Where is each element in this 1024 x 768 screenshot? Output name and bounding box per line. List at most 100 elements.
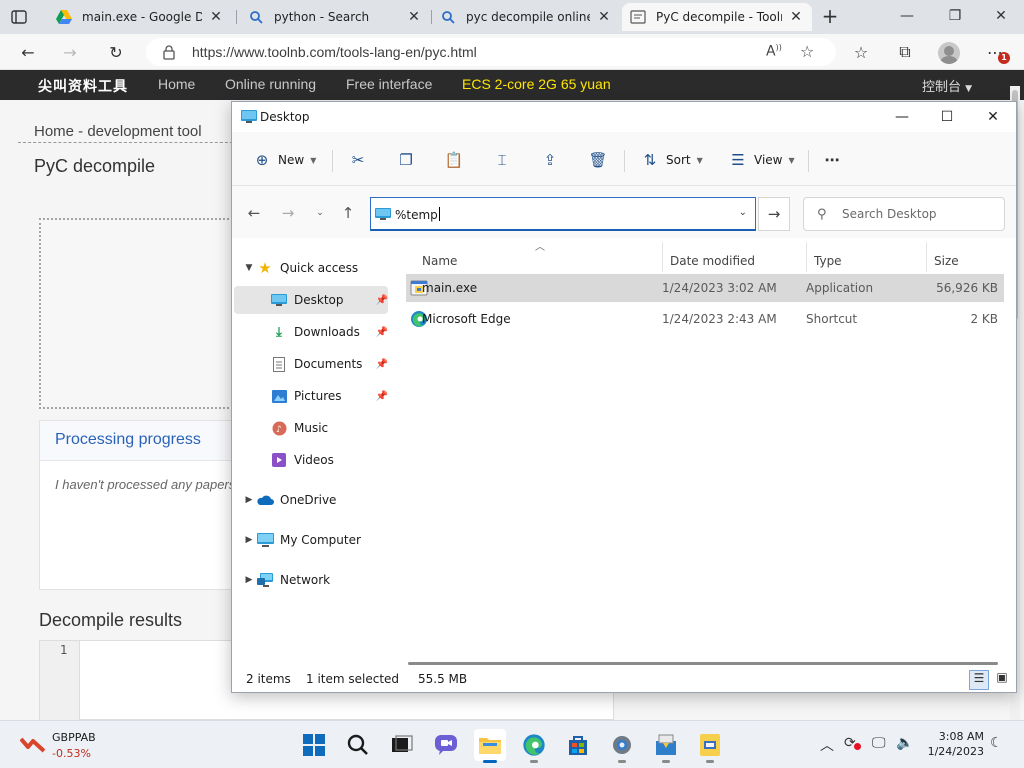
minimize-button[interactable]: — [892, 4, 922, 28]
chevron-right-icon[interactable]: ▶ [242, 535, 256, 545]
rename-button[interactable]: ⌶ [492, 148, 512, 172]
sidebar-item-music[interactable]: ♪ Music [234, 414, 388, 442]
start-button[interactable] [298, 729, 330, 761]
nav-console[interactable]: 控制台 ▼ [922, 76, 972, 95]
edge-taskbar-button[interactable] [518, 729, 550, 763]
share-button[interactable]: ⇪ [540, 148, 560, 172]
update-icon[interactable]: ⟳ [844, 735, 861, 751]
up-button[interactable]: ↑ [338, 204, 358, 224]
status-bar: 2 items 1 item selected 55.5 MB ☰ ▣ [232, 668, 1016, 692]
tab-actions-button[interactable] [8, 7, 30, 27]
search-box[interactable]: ⚲ [803, 197, 1005, 231]
store-taskbar-button[interactable] [562, 729, 594, 761]
go-button[interactable]: → [758, 197, 790, 231]
network-icon [256, 571, 274, 589]
explorer-maximize-button[interactable]: ☐ [932, 106, 962, 128]
recent-locations-button[interactable]: ⌄ [310, 208, 330, 228]
details-view-button[interactable]: ☰ [969, 670, 989, 690]
tab-pyc-decompile-toolnb[interactable]: PyC decompile - Toolnb ✕ [622, 3, 812, 31]
file-row-main-exe[interactable]: main.exe 1/24/2023 3:02 AM Application 5… [406, 274, 1004, 302]
site-logo[interactable]: 尖叫资料工具 [38, 76, 128, 96]
sidebar-item-pictures[interactable]: Pictures 📌 [234, 382, 388, 410]
sidebar-item-quick-access[interactable]: ▼ ★ Quick access [234, 254, 388, 282]
sidebar-item-documents[interactable]: Documents 📌 [234, 350, 388, 378]
volume-icon[interactable]: 🔈 [896, 735, 913, 751]
chevron-down-icon[interactable]: ⌄ [739, 207, 747, 218]
explorer-minimize-button[interactable]: — [887, 106, 917, 128]
sidebar-label: Pictures [294, 389, 342, 403]
location-input[interactable]: %temp ⌄ [370, 197, 756, 231]
column-divider[interactable] [662, 242, 663, 272]
breadcrumb[interactable]: Home - development tool [34, 123, 202, 140]
view-button[interactable]: ☰ View ▼ [728, 148, 794, 172]
back-button[interactable]: ← [244, 204, 264, 224]
tray-overflow-icon[interactable]: ︿ [820, 735, 834, 755]
tab-pyc-decompile-search[interactable]: pyc decompile online - ✕ [432, 3, 620, 31]
address-bar[interactable]: https://www.toolnb.com/tools-lang-en/pyc… [146, 38, 836, 66]
file-row-microsoft-edge[interactable]: Microsoft Edge 1/24/2023 2:43 AM Shortcu… [406, 305, 1004, 333]
profile-avatar[interactable] [938, 42, 960, 64]
nav-online-running[interactable]: Online running [225, 76, 316, 92]
paste-button[interactable]: 📋 [444, 148, 464, 172]
forward-button[interactable]: → [57, 40, 83, 64]
search-input[interactable] [842, 207, 992, 221]
tab-google-drive[interactable]: main.exe - Google Drive ✕ [48, 3, 232, 31]
close-tab-icon[interactable]: ✕ [208, 9, 224, 25]
sidebar-item-downloads[interactable]: ⤓ Downloads 📌 [234, 318, 388, 346]
column-header-date[interactable]: Date modified [664, 248, 804, 274]
explorer-title-bar[interactable]: Desktop — ☐ ✕ [232, 102, 1016, 132]
forward-button[interactable]: → [278, 204, 298, 224]
notification-icon[interactable]: ☾ [990, 735, 1003, 751]
column-header-size[interactable]: Size [928, 248, 1008, 274]
more-options-button[interactable]: ⋯ [822, 148, 842, 172]
close-tab-icon[interactable]: ✕ [596, 9, 612, 25]
nav-home[interactable]: Home [158, 76, 195, 92]
explorer-close-button[interactable]: ✕ [978, 106, 1008, 128]
favorites-button[interactable]: ☆ [848, 40, 874, 64]
close-tab-icon[interactable]: ✕ [788, 9, 804, 25]
column-divider[interactable] [926, 242, 927, 272]
tiles-view-button[interactable]: ▣ [992, 670, 1012, 690]
collections-button[interactable]: ⧉ [892, 40, 918, 64]
task-view-button[interactable] [386, 729, 418, 761]
display-icon[interactable]: 🖵 [872, 735, 886, 751]
app-taskbar-button[interactable] [694, 729, 726, 763]
sidebar-item-desktop[interactable]: Desktop 📌 [234, 286, 388, 314]
delete-button[interactable]: 🗑 [588, 148, 608, 172]
column-header-name[interactable]: Name [416, 248, 656, 274]
back-button[interactable]: ← [15, 40, 41, 64]
column-header-type[interactable]: Type [808, 248, 918, 274]
close-button[interactable]: ✕ [986, 4, 1016, 28]
chevron-down-icon[interactable]: ▼ [242, 263, 256, 273]
sidebar-item-network[interactable]: ▶ Network [234, 566, 388, 594]
refresh-button[interactable]: ↻ [103, 40, 129, 64]
sort-button[interactable]: ⇅ Sort ▼ [640, 148, 703, 172]
horizontal-scrollbar[interactable] [408, 662, 998, 665]
settings-taskbar-button[interactable] [606, 729, 638, 763]
chevron-right-icon[interactable]: ▶ [242, 495, 256, 505]
new-button[interactable]: ⊕ New ▼ [252, 148, 317, 172]
restore-button[interactable]: ❐ [940, 4, 970, 28]
tab-python-search[interactable]: python - Search ✕ [240, 3, 430, 31]
add-favorite-icon[interactable]: ☆ [800, 42, 814, 61]
close-tab-icon[interactable]: ✕ [406, 9, 422, 25]
cut-button[interactable]: ✂ [348, 148, 368, 172]
copy-button[interactable]: ❐ [396, 148, 416, 172]
chevron-right-icon[interactable]: ▶ [242, 575, 256, 585]
page-title: PyC decompile [34, 156, 156, 176]
sidebar-item-videos[interactable]: Videos [234, 446, 388, 474]
sidebar-item-onedrive[interactable]: ▶ OneDrive [234, 486, 388, 514]
nav-free-interface[interactable]: Free interface [346, 76, 432, 92]
column-divider[interactable] [806, 242, 807, 272]
search-button[interactable] [342, 729, 374, 761]
read-aloud-icon[interactable]: A)) [766, 43, 782, 60]
new-tab-button[interactable]: + [820, 5, 840, 27]
upload-dropzone[interactable] [39, 218, 249, 409]
plus-circle-icon: ⊕ [255, 151, 269, 169]
system-clock[interactable]: 3:08 AM 1/24/2023 [922, 729, 984, 759]
chat-button[interactable] [430, 729, 462, 761]
installer-taskbar-button[interactable] [650, 729, 682, 763]
nav-ecs-offer[interactable]: ECS 2-core 2G 65 yuan [462, 76, 611, 92]
file-explorer-taskbar-button[interactable] [474, 729, 506, 763]
sidebar-item-my-computer[interactable]: ▶ My Computer [234, 526, 388, 554]
